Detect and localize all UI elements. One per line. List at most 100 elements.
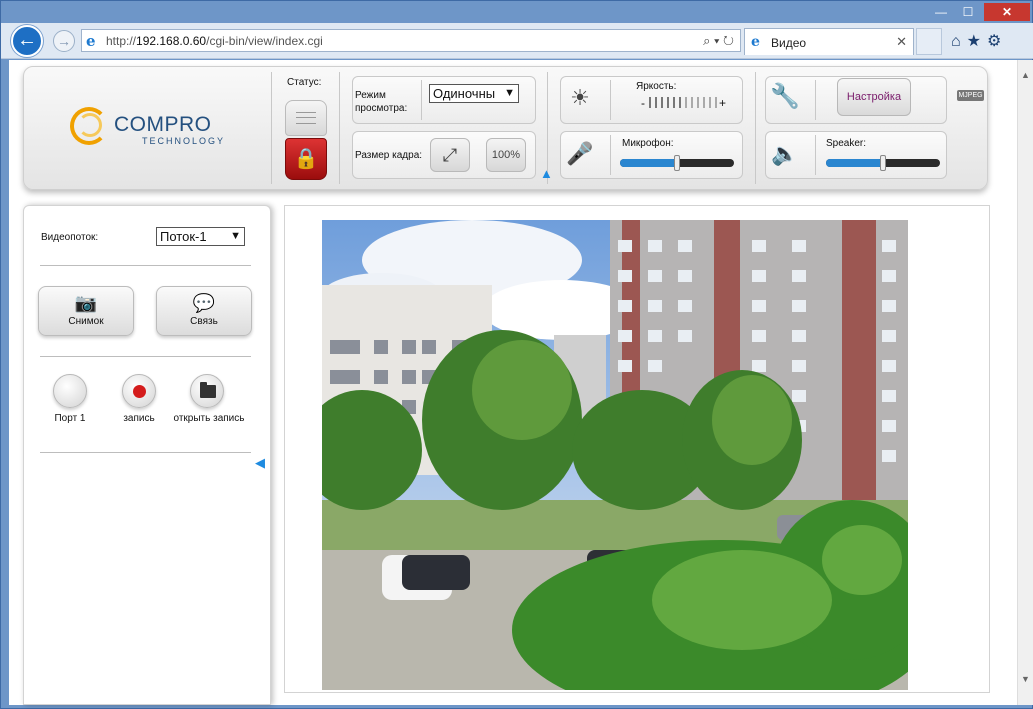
scroll-down-icon[interactable]: ▼	[1021, 674, 1030, 684]
tab-video[interactable]: e Видео ✕	[744, 28, 914, 55]
stream-value: Поток-1	[160, 229, 207, 244]
brightness-tick[interactable]	[697, 97, 699, 108]
ie-tab-icon: e	[751, 34, 760, 50]
snapshot-button[interactable]: 📷 Снимок	[38, 286, 134, 336]
divider	[421, 80, 422, 120]
chevron-down-icon: ▼	[504, 87, 515, 99]
snapshot-label: Снимок	[68, 316, 104, 327]
folder-icon	[200, 382, 216, 398]
divider	[40, 356, 251, 357]
speaker-slider-fill	[826, 159, 883, 167]
microphone-slider[interactable]	[620, 155, 734, 171]
microphone-slider-fill	[620, 159, 677, 167]
speaker-slider[interactable]	[826, 155, 940, 171]
microphone-label: Микрофон:	[622, 138, 674, 149]
address-bar[interactable]: e http://192.168.0.60/cgi-bin/view/index…	[81, 29, 741, 52]
speaker-icon: 🔈	[771, 141, 799, 166]
search-refresh-icons[interactable]: ⌕ ▾ ↻	[703, 33, 734, 49]
title-bar: — ☐ ✕	[1, 1, 1033, 23]
camera-icon: 📷	[74, 293, 98, 313]
open-record-label: открыть запись	[173, 413, 245, 424]
brightness-tick[interactable]	[709, 97, 711, 108]
menu-lines-icon	[296, 112, 316, 124]
chevron-down-icon: ▼	[230, 230, 241, 242]
new-tab-button[interactable]	[916, 28, 942, 55]
divider	[40, 452, 251, 453]
home-favorites-settings-icons[interactable]: ⌂★⚙	[951, 31, 1007, 51]
vertical-scrollbar[interactable]	[1017, 60, 1033, 705]
forward-button[interactable]: →	[53, 30, 75, 52]
brightness-tick[interactable]	[661, 97, 663, 108]
microphone-icon: 🎤	[566, 141, 594, 166]
minimize-button[interactable]: —	[929, 3, 953, 21]
sun-icon: ☀	[570, 85, 590, 110]
format-badge: MJPEG	[957, 90, 984, 101]
speaker-slider-thumb[interactable]	[880, 155, 886, 171]
record-button[interactable]	[122, 374, 156, 408]
frame-100-button[interactable]: 100%	[486, 138, 526, 172]
collapse-panel-icon[interactable]: ◀	[255, 455, 265, 471]
divider	[815, 80, 816, 120]
brightness-tick[interactable]	[673, 97, 675, 108]
brightness-tick[interactable]	[655, 97, 657, 108]
brightness-tick[interactable]	[685, 97, 687, 108]
back-button[interactable]: ←	[11, 25, 43, 57]
url-prefix: http://	[106, 34, 137, 48]
video-stream[interactable]	[322, 220, 908, 690]
collapse-toolbar-icon[interactable]: ▲	[540, 166, 553, 181]
view-mode-value: Одиночны	[433, 86, 496, 101]
divider	[755, 72, 756, 184]
setup-button[interactable]: Настройка	[837, 78, 911, 116]
speaker-label: Speaker:	[826, 138, 867, 149]
status-menu-button[interactable]	[285, 100, 327, 136]
url-host: 192.168.0.60	[136, 34, 207, 48]
brightness-plus-button[interactable]: +	[719, 96, 726, 110]
brightness-tick[interactable]	[679, 97, 681, 108]
frame-size-label: Размер кадра:	[355, 150, 423, 161]
brightness-tick[interactable]	[649, 97, 651, 108]
view-mode-select[interactable]: Одиночны ▼	[429, 84, 519, 103]
divider	[610, 80, 611, 120]
url-text[interactable]: http://192.168.0.60/cgi-bin/view/index.c…	[106, 34, 323, 48]
microphone-slider-thumb[interactable]	[674, 155, 680, 171]
lock-icon[interactable]: 🔒	[285, 138, 327, 180]
record-label: запись	[123, 413, 155, 424]
brightness-tick[interactable]	[667, 97, 669, 108]
scroll-up-icon[interactable]: ▲	[1021, 70, 1030, 80]
brightness-tick[interactable]	[691, 97, 693, 108]
close-window-button[interactable]: ✕	[984, 3, 1030, 21]
brightness-minus-button[interactable]: -	[641, 96, 645, 110]
talk-button[interactable]: 💬 Связь	[156, 286, 252, 336]
status-label: Статус:	[287, 77, 322, 88]
talk-label: Связь	[190, 316, 218, 327]
divider	[40, 265, 251, 266]
divider	[815, 135, 816, 175]
stream-label: Видеопоток:	[41, 232, 99, 243]
brightness-label: Яркость:	[636, 81, 677, 92]
view-mode-label: Режим просмотра:	[355, 90, 408, 114]
speech-bubble-icon: 💬	[192, 293, 216, 313]
logo-name: COMPRO	[114, 113, 212, 136]
divider	[271, 72, 272, 184]
maximize-button[interactable]: ☐	[956, 3, 980, 21]
brightness-tick[interactable]	[703, 97, 705, 108]
camera-scene-image	[322, 220, 908, 690]
port1-label: Порт 1	[54, 413, 86, 424]
fullscreen-button[interactable]: ⤢	[430, 138, 470, 172]
open-record-button[interactable]	[190, 374, 224, 408]
logo-subtitle: TECHNOLOGY	[142, 136, 226, 146]
stream-select[interactable]: Поток-1 ▼	[156, 227, 245, 246]
port1-button[interactable]	[53, 374, 87, 408]
record-icon	[133, 385, 146, 398]
tab-title: Видео	[771, 36, 807, 50]
tab-close-icon[interactable]: ✕	[896, 34, 907, 50]
brightness-scale[interactable]	[649, 97, 717, 109]
compro-logo: COMPRO TECHNOLOGY	[70, 105, 223, 151]
brightness-tick[interactable]	[715, 97, 717, 108]
divider	[339, 72, 340, 184]
status-indicator[interactable]: 🔒	[285, 100, 327, 180]
tools-icon: 🔧	[770, 83, 800, 110]
left-panel	[23, 205, 271, 705]
url-path: /cgi-bin/view/index.cgi	[206, 34, 323, 48]
divider	[610, 135, 611, 175]
